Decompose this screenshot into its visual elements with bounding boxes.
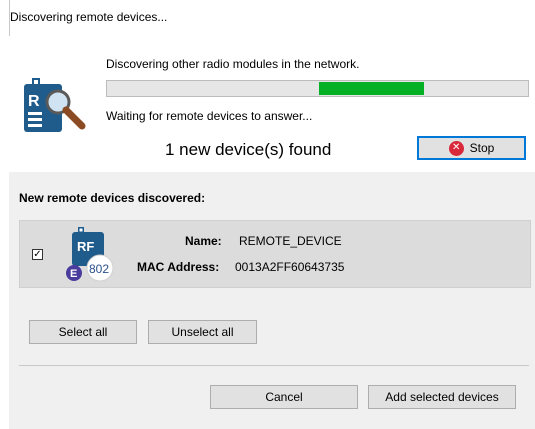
stop-x-icon: ✕ [448,140,464,156]
cancel-button[interactable]: Cancel [210,385,358,409]
actions-divider [19,365,529,366]
radio-module-search-icon: R [24,78,86,132]
device-select-checkbox[interactable]: ✓ [32,249,43,260]
xbee-802-module-icon: RF 802 E [66,227,114,282]
device-mac-value: 0013A2FF60643735 [235,260,345,274]
discovery-progress-bar [106,80,529,97]
select-all-button[interactable]: Select all [29,320,137,344]
devices-section-heading: New remote devices discovered: [19,191,206,205]
device-name-label: Name: [185,234,222,248]
discovery-message: Discovering other radio modules in the n… [106,57,360,71]
device-name-value: REMOTE_DEVICE [239,234,342,248]
progress-bar-fill [318,82,424,95]
unselect-all-button[interactable]: Unselect all [148,320,257,344]
stop-button-label: Stop [469,141,495,155]
svg-text:802: 802 [89,262,109,276]
svg-text:RF: RF [77,239,94,254]
device-mac-label: MAC Address: [137,260,220,274]
dialog-title: Discovering remote devices... [10,10,168,24]
svg-text:E: E [70,268,77,280]
stop-button[interactable]: ✕ Stop [417,136,526,160]
svg-text:R: R [28,93,40,110]
devices-found-count: 1 new device(s) found [165,140,332,159]
add-selected-devices-button[interactable]: Add selected devices [368,385,516,409]
waiting-message: Waiting for remote devices to answer... [106,109,313,123]
